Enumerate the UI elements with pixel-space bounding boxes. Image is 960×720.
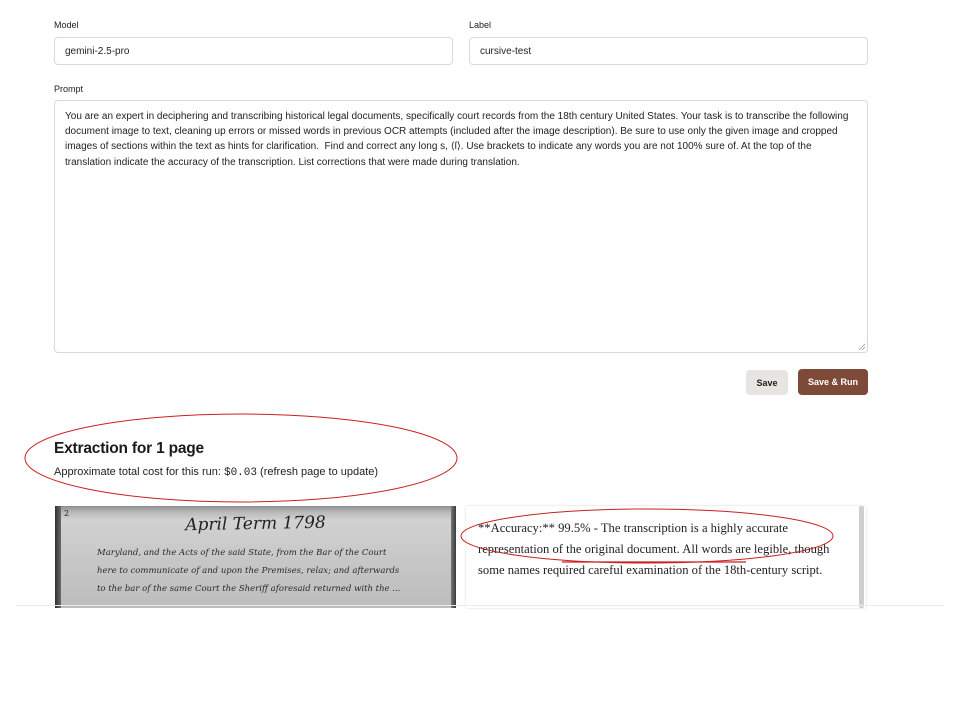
document-page-image: 2 April Term 1798 Maryland, and the Acts… bbox=[55, 506, 456, 608]
transcription-panel[interactable]: **Accuracy:** 99.5% - The transcription … bbox=[466, 506, 866, 608]
section-divider bbox=[16, 605, 944, 606]
cost-value: $0.03 bbox=[223, 467, 257, 479]
transcription-scrollbar[interactable] bbox=[859, 506, 864, 608]
cost-summary: Approximate total cost for this run: $0.… bbox=[54, 466, 378, 479]
handwritten-line: here to communicate of and upon the Prem… bbox=[97, 566, 400, 576]
label-input[interactable] bbox=[469, 37, 868, 65]
prompt-label: Prompt bbox=[54, 84, 84, 94]
model-input[interactable] bbox=[54, 37, 453, 65]
label-label: Label bbox=[469, 20, 492, 30]
prompt-textarea[interactable] bbox=[54, 100, 868, 353]
cost-prefix: Approximate total cost for this run: bbox=[54, 466, 224, 478]
resize-handle-icon[interactable] bbox=[858, 343, 866, 351]
transcription-text: **Accuracy:** 99.5% - The transcription … bbox=[478, 521, 830, 577]
model-label: Model bbox=[54, 20, 79, 30]
extraction-title: Extraction for 1 page bbox=[54, 440, 204, 457]
save-button[interactable]: Save bbox=[746, 370, 788, 395]
annotation-ellipse-extraction bbox=[24, 413, 458, 503]
handwritten-heading: April Term 1798 bbox=[185, 512, 326, 536]
handwritten-line: to the bar of the same Court the Sheriff… bbox=[97, 584, 401, 594]
handwritten-line: Maryland, and the Acts of the said State… bbox=[97, 548, 387, 558]
cost-suffix: (refresh page to update) bbox=[256, 466, 379, 478]
save-and-run-button[interactable]: Save & Run bbox=[798, 369, 868, 395]
